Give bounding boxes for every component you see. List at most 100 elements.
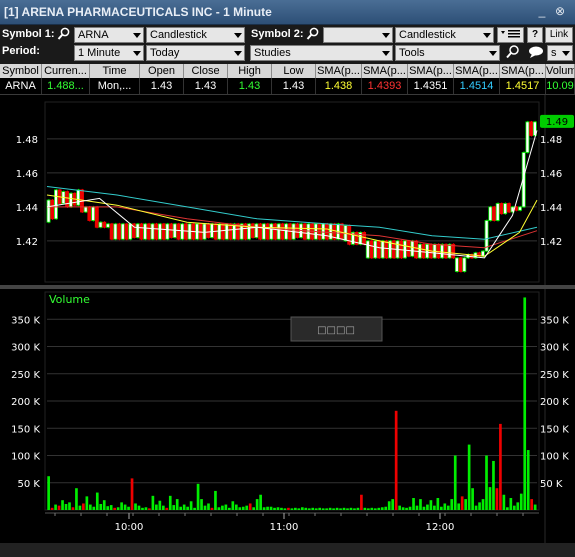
candle-body bbox=[128, 223, 133, 240]
menu-list-icon[interactable] bbox=[497, 27, 524, 43]
volume-bar bbox=[450, 499, 454, 510]
volume-bar bbox=[300, 507, 304, 510]
candle-body bbox=[376, 240, 381, 259]
quote-col-header[interactable]: Volum bbox=[546, 64, 575, 78]
volume-bar bbox=[297, 508, 301, 510]
tools-select[interactable]: Tools bbox=[395, 45, 500, 61]
candle-body bbox=[65, 191, 70, 208]
candle-body bbox=[258, 223, 263, 240]
quote-col-header[interactable]: Curren... bbox=[42, 64, 90, 78]
volume-bar bbox=[109, 505, 113, 510]
volume-bar bbox=[467, 444, 471, 510]
close-icon[interactable]: ⊗ bbox=[553, 5, 567, 18]
chart-type-select-1[interactable]: Candlestick bbox=[146, 27, 245, 43]
bottom-scrollbar[interactable] bbox=[0, 543, 575, 557]
chevron-down-icon bbox=[133, 51, 141, 56]
candle-body bbox=[273, 223, 277, 240]
search-icon[interactable] bbox=[55, 27, 73, 43]
volume-bar bbox=[384, 506, 388, 510]
chart-area[interactable]: 1.48 1.48 1.46 1.46 1.44 1.44 1.42 1.42 1.49 350… bbox=[0, 95, 575, 543]
candle-body bbox=[414, 240, 419, 259]
candle-body bbox=[269, 223, 274, 240]
symbol2-input[interactable] bbox=[323, 27, 393, 43]
volume-bar bbox=[290, 508, 294, 510]
volume-bar bbox=[61, 500, 64, 510]
quote-col-header[interactable]: Time bbox=[90, 64, 140, 78]
quote-value-row: ARNA 1.488... Mon,... 1.43 1.43 1.43 1.43 1.438… bbox=[0, 78, 575, 95]
volume-bar bbox=[474, 505, 478, 510]
volume-bar bbox=[273, 507, 276, 510]
candle-body bbox=[458, 257, 463, 272]
volume-bar bbox=[287, 507, 290, 510]
volume-bar bbox=[318, 507, 322, 510]
search-icon[interactable] bbox=[304, 27, 322, 43]
volume-bar bbox=[228, 507, 231, 510]
quote-col-header[interactable]: SMA(p... bbox=[454, 64, 500, 78]
help-button[interactable]: ? bbox=[527, 27, 543, 43]
candle-body bbox=[443, 243, 448, 259]
volume-tick-right: 300 K bbox=[540, 343, 569, 354]
window-title: [1] ARENA PHARMACEUTICALS INC - 1 Minute bbox=[4, 5, 272, 19]
zoom-icon[interactable] bbox=[503, 45, 523, 61]
candle-body bbox=[254, 223, 259, 238]
volume-bar bbox=[321, 508, 325, 510]
volume-bar bbox=[457, 503, 461, 510]
candle-body bbox=[228, 223, 233, 240]
volume-tick-right: 50 K bbox=[540, 479, 563, 490]
volume-bar bbox=[89, 504, 92, 510]
volume-bar bbox=[276, 507, 280, 510]
volume-bar bbox=[47, 476, 50, 510]
candle-body bbox=[224, 223, 229, 240]
volume-bar bbox=[356, 507, 360, 510]
quote-col-header[interactable]: Close bbox=[184, 64, 228, 78]
quote-cell: 1.43 bbox=[272, 78, 316, 94]
volume-bar bbox=[259, 494, 262, 510]
volume-bar bbox=[422, 506, 426, 510]
pane-divider-right[interactable] bbox=[545, 285, 575, 289]
pane-divider[interactable] bbox=[0, 285, 545, 289]
price-tick-left: 1.44 bbox=[16, 203, 38, 214]
quote-col-header[interactable]: SMA(p... bbox=[408, 64, 454, 78]
price-tick-left: 1.46 bbox=[16, 169, 38, 180]
volume-bar bbox=[367, 508, 370, 510]
quote-cell: 1.4514 bbox=[454, 78, 500, 94]
volume-bar bbox=[102, 500, 106, 510]
title-bar[interactable]: [1] ARENA PHARMACEUTICALS INC - 1 Minute… bbox=[0, 0, 575, 25]
candle-body bbox=[109, 223, 114, 240]
volume-bar bbox=[509, 498, 513, 510]
period-select[interactable]: 1 Minute bbox=[74, 45, 144, 61]
volume-bar bbox=[436, 498, 440, 510]
quote-col-header[interactable]: High bbox=[228, 64, 272, 78]
price-tick-right: 1.48 bbox=[540, 135, 562, 146]
candle-body bbox=[436, 243, 441, 259]
volume-tick-right: 100 K bbox=[540, 452, 569, 463]
candle-body bbox=[161, 223, 166, 240]
volume-tick-left: 350 K bbox=[11, 315, 40, 326]
volume-bar bbox=[50, 507, 54, 510]
quote-col-header[interactable]: SMA(p... bbox=[362, 64, 408, 78]
volume-bar bbox=[207, 503, 210, 510]
studies-value: Studies bbox=[254, 47, 291, 59]
quote-col-header[interactable]: Open bbox=[140, 64, 184, 78]
range-select[interactable]: Today bbox=[146, 45, 245, 61]
volume-bar bbox=[415, 505, 419, 510]
quote-col-header[interactable]: SMA(p... bbox=[500, 64, 546, 78]
quote-cell: 1.488... bbox=[42, 78, 90, 94]
chart-type-1-value: Candlestick bbox=[150, 29, 207, 41]
volume-bar bbox=[224, 504, 228, 510]
link-button[interactable]: Link bbox=[545, 27, 573, 43]
studies-select[interactable]: Studies bbox=[250, 45, 393, 61]
quote-col-header[interactable]: SMA(p... bbox=[316, 64, 362, 78]
minimize-icon[interactable]: _ bbox=[535, 5, 549, 18]
symbol1-input[interactable]: ARNA bbox=[74, 27, 144, 43]
chart-type-select-2[interactable]: Candlestick bbox=[395, 27, 494, 43]
candle-body bbox=[492, 206, 496, 221]
s-select[interactable]: s bbox=[547, 45, 573, 61]
volume-bar bbox=[155, 504, 158, 510]
chat-icon[interactable] bbox=[526, 45, 548, 61]
quote-col-header[interactable]: Low bbox=[272, 64, 316, 78]
volume-bar bbox=[245, 505, 249, 510]
candle-body bbox=[454, 257, 459, 272]
volume-bar bbox=[311, 507, 315, 510]
quote-col-header[interactable]: Symbol bbox=[0, 64, 42, 78]
